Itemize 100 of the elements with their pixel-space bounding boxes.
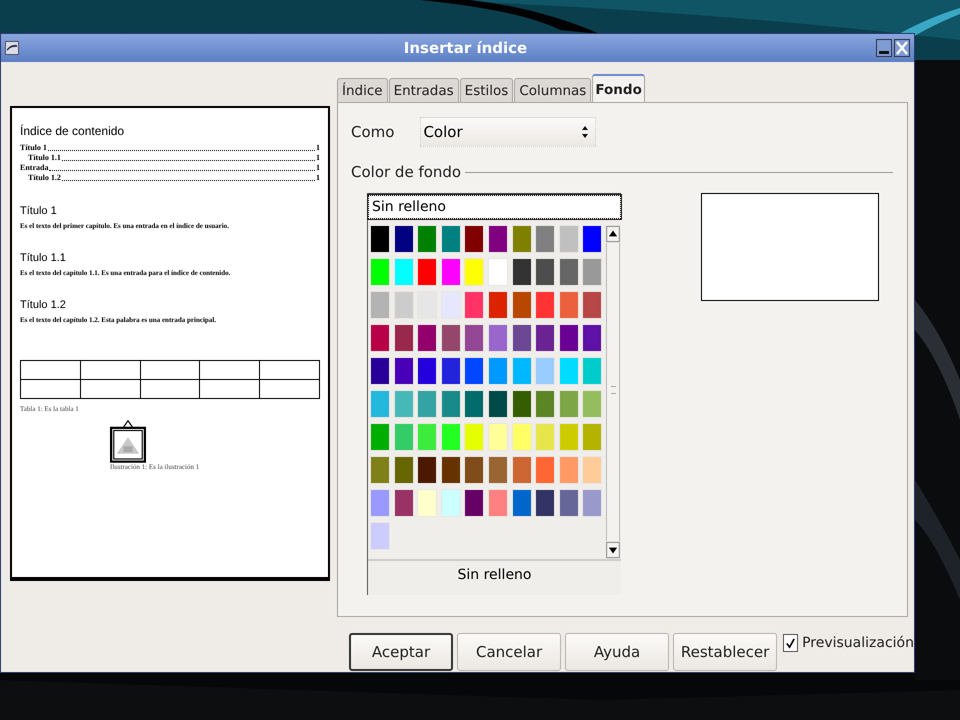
- dialog-button[interactable]: Restablecer: [673, 633, 778, 671]
- color-swatch[interactable]: [488, 390, 508, 418]
- color-swatch[interactable]: [440, 324, 461, 352]
- color-swatch[interactable]: [512, 291, 532, 319]
- color-swatch[interactable]: [558, 324, 579, 352]
- tab[interactable]: Entradas: [388, 78, 459, 102]
- dialog-button[interactable]: Ayuda: [565, 633, 670, 671]
- color-swatch[interactable]: [582, 291, 602, 319]
- color-swatch[interactable]: [464, 390, 484, 418]
- dialog-button[interactable]: Aceptar: [349, 633, 454, 671]
- color-swatch[interactable]: [535, 225, 556, 253]
- color-swatch[interactable]: [558, 291, 579, 319]
- color-swatch[interactable]: [582, 258, 602, 286]
- color-swatch[interactable]: [394, 390, 414, 418]
- scroll-up-icon[interactable]: [606, 225, 620, 243]
- color-swatch[interactable]: [535, 324, 556, 352]
- color-swatch[interactable]: [417, 258, 438, 286]
- color-swatch[interactable]: [440, 423, 461, 451]
- color-swatch[interactable]: [558, 456, 579, 484]
- tab[interactable]: Estilos: [460, 78, 514, 102]
- color-swatch[interactable]: [464, 357, 484, 385]
- color-swatch[interactable]: [370, 258, 390, 286]
- color-swatch[interactable]: [535, 390, 556, 418]
- color-swatch[interactable]: [440, 291, 461, 319]
- color-swatch[interactable]: [394, 489, 414, 517]
- color-swatch[interactable]: [488, 324, 508, 352]
- color-swatch[interactable]: [512, 489, 532, 517]
- color-swatch[interactable]: [394, 456, 414, 484]
- color-swatch[interactable]: [558, 357, 579, 385]
- color-swatch[interactable]: [512, 390, 532, 418]
- color-swatch[interactable]: [558, 489, 579, 517]
- color-swatch[interactable]: [440, 489, 461, 517]
- color-swatch[interactable]: [582, 357, 602, 385]
- color-swatch[interactable]: [582, 423, 602, 451]
- color-swatch[interactable]: [370, 489, 390, 517]
- color-swatch[interactable]: [370, 357, 390, 385]
- color-swatch[interactable]: [440, 390, 461, 418]
- close-icon[interactable]: [894, 39, 910, 57]
- checkbox[interactable]: [783, 634, 798, 652]
- color-swatch[interactable]: [535, 291, 556, 319]
- color-swatch[interactable]: [394, 423, 414, 451]
- color-swatch[interactable]: [394, 225, 414, 253]
- color-swatch[interactable]: [464, 258, 484, 286]
- color-swatch[interactable]: [582, 324, 602, 352]
- color-swatch[interactable]: [558, 423, 579, 451]
- tab[interactable]: Columnas: [514, 78, 592, 102]
- color-swatch[interactable]: [370, 390, 390, 418]
- color-swatch[interactable]: [417, 423, 438, 451]
- color-swatch[interactable]: [488, 225, 508, 253]
- color-swatch[interactable]: [440, 456, 461, 484]
- color-swatch[interactable]: [464, 423, 484, 451]
- color-swatch[interactable]: [535, 423, 556, 451]
- color-swatch[interactable]: [417, 456, 438, 484]
- color-swatch[interactable]: [464, 291, 484, 319]
- color-swatch[interactable]: [512, 258, 532, 286]
- color-swatch[interactable]: [558, 390, 579, 418]
- color-swatch[interactable]: [512, 423, 532, 451]
- color-swatch[interactable]: [582, 456, 602, 484]
- color-swatch[interactable]: [464, 225, 484, 253]
- color-swatch[interactable]: [535, 489, 556, 517]
- color-swatch[interactable]: [582, 225, 602, 253]
- color-swatch[interactable]: [394, 258, 414, 286]
- dialog-button[interactable]: Cancelar: [457, 633, 562, 671]
- color-swatch[interactable]: [488, 423, 508, 451]
- tab[interactable]: Índice: [337, 78, 388, 102]
- scrollbar[interactable]: [606, 225, 620, 559]
- tab[interactable]: Fondo: [592, 74, 645, 102]
- color-swatch[interactable]: [464, 456, 484, 484]
- color-swatch[interactable]: [417, 390, 438, 418]
- color-swatch[interactable]: [394, 357, 414, 385]
- color-swatch[interactable]: [464, 324, 484, 352]
- scroll-down-icon[interactable]: [606, 541, 620, 559]
- color-swatch[interactable]: [512, 324, 532, 352]
- color-swatch[interactable]: [417, 225, 438, 253]
- color-swatch[interactable]: [488, 456, 508, 484]
- color-swatch[interactable]: [582, 390, 602, 418]
- color-swatch[interactable]: [512, 225, 532, 253]
- color-swatch[interactable]: [370, 423, 390, 451]
- color-swatch[interactable]: [370, 324, 390, 352]
- color-swatch[interactable]: [440, 225, 461, 253]
- color-swatch[interactable]: [417, 324, 438, 352]
- color-swatch[interactable]: [512, 456, 532, 484]
- color-swatch[interactable]: [440, 357, 461, 385]
- color-swatch[interactable]: [582, 489, 602, 517]
- color-swatch[interactable]: [370, 291, 390, 319]
- type-dropdown[interactable]: Color: [420, 117, 596, 147]
- color-swatch[interactable]: [417, 489, 438, 517]
- color-swatch[interactable]: [535, 456, 556, 484]
- color-swatch[interactable]: [488, 291, 508, 319]
- color-swatch[interactable]: [394, 291, 414, 319]
- color-swatch[interactable]: [535, 357, 556, 385]
- no-fill-item[interactable]: Sin relleno: [368, 195, 621, 219]
- color-swatch[interactable]: [535, 258, 556, 286]
- color-swatch[interactable]: [488, 489, 508, 517]
- color-swatch[interactable]: [488, 357, 508, 385]
- minimize-icon[interactable]: [876, 39, 892, 57]
- color-swatch[interactable]: [558, 225, 579, 253]
- color-swatch[interactable]: [464, 489, 484, 517]
- color-swatch[interactable]: [370, 522, 390, 550]
- color-swatch[interactable]: [370, 456, 390, 484]
